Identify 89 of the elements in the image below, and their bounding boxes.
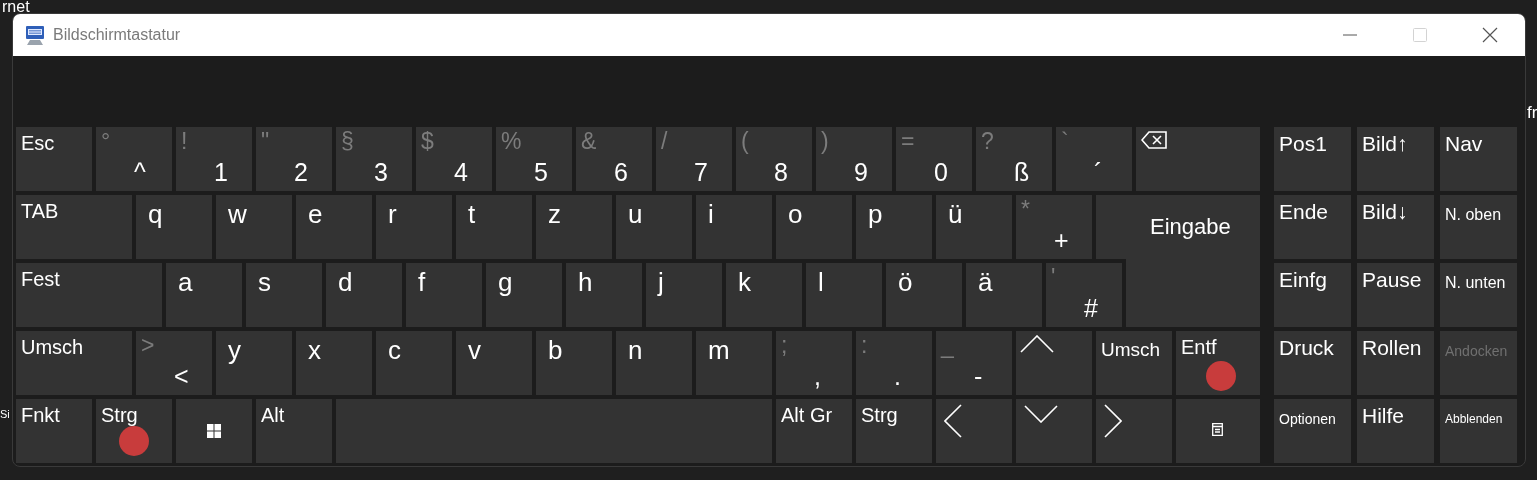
keyboard-key[interactable]: Fest [16,263,162,327]
keyboard-key[interactable]: : . [856,331,932,395]
keyboard-key[interactable]: Fnkt [16,399,92,463]
keyboard-key[interactable]: k [726,263,802,327]
keyboard-key[interactable]: Umsch [1096,331,1172,395]
keyboard-key[interactable]: Strg [96,399,172,463]
keyboard-key[interactable]: * + [1016,195,1092,259]
keyboard-key[interactable]: / 7 [656,127,732,191]
keyboard-key[interactable]: Alt [256,399,332,463]
keyboard-key[interactable]: N. unten [1440,263,1517,327]
background-text: rnet [2,0,30,14]
keyboard-key[interactable]: d [326,263,402,327]
keyboard-key[interactable]: ° ^ [96,127,172,191]
keyboard-key[interactable]: c [376,331,452,395]
keyboard-key[interactable] [176,399,252,463]
keyboard-key[interactable]: Abblenden [1440,399,1517,463]
keyboard-key[interactable]: ü [936,195,1012,259]
keyboard-key[interactable]: r [376,195,452,259]
close-icon [1482,27,1498,43]
keyboard-key[interactable]: z [536,195,612,259]
keyboard-key[interactable]: i [696,195,772,259]
windows-icon [207,424,221,438]
keyboard-key[interactable]: v [456,331,532,395]
keyboard-key[interactable]: x [296,331,372,395]
arrow-left-icon [944,404,962,438]
keyboard-key[interactable]: Alt Gr [776,399,852,463]
keyboard-key[interactable]: Rollen [1357,331,1434,395]
keyboard-key[interactable]: ä [966,263,1042,327]
keyboard-key[interactable]: ? ß [976,127,1052,191]
computer-icon [24,24,46,46]
keyboard-key[interactable]: f [406,263,482,327]
keyboard-key[interactable]: _ - [936,331,1012,395]
keyboard-key[interactable]: u [616,195,692,259]
keyboard-key[interactable]: = 0 [896,127,972,191]
keyboard-key[interactable]: ` ´ [1056,127,1132,191]
keyboard-key[interactable]: % 5 [496,127,572,191]
keyboard-key[interactable]: Ende [1274,195,1351,259]
keyboard-key[interactable]: " 2 [256,127,332,191]
background-text: fr [1527,103,1537,123]
keyboard-key[interactable]: ö [886,263,962,327]
keyboard-key[interactable]: Bild↓ [1357,195,1434,259]
keyboard-key[interactable]: ! 1 [176,127,252,191]
keyboard-key[interactable]: ( 8 [736,127,812,191]
keyboard-key[interactable]: q [136,195,212,259]
keyboard-key[interactable] [1136,127,1260,191]
background-text: Si [0,408,10,420]
menu-key-icon [1212,423,1223,436]
keyboard-key[interactable]: Pause [1357,263,1434,327]
keyboard-key[interactable]: ; , [776,331,852,395]
maximize-icon [1413,28,1427,42]
keyboard-key[interactable]: p [856,195,932,259]
keyboard-key[interactable]: e [296,195,372,259]
keyboard-key[interactable]: ' # [1046,263,1122,327]
keyboard-key[interactable]: b [536,331,612,395]
keyboard-key[interactable]: h [566,263,642,327]
keyboard-key[interactable]: Optionen [1274,399,1351,463]
keyboard-key[interactable]: s [246,263,322,327]
keyboard-key[interactable]: w [216,195,292,259]
backspace-icon [1141,131,1167,149]
keyboard-key[interactable]: Nav [1440,127,1517,191]
keyboard-key[interactable]: & 6 [576,127,652,191]
keyboard-key[interactable]: n [616,331,692,395]
keyboard-key[interactable]: ) 9 [816,127,892,191]
keyboard-key[interactable]: Entf [1176,331,1260,395]
arrow-right-icon [1104,404,1122,438]
keyboard-key[interactable]: $ 4 [416,127,492,191]
keyboard-key[interactable]: Einfg [1274,263,1351,327]
keyboard-key[interactable]: TAB [16,195,132,259]
keyboard-key[interactable]: a [166,263,242,327]
keyboard-key[interactable]: t [456,195,532,259]
keyboard-key[interactable]: Esc [16,127,92,191]
keyboard-key[interactable]: m [696,331,772,395]
keyboard-key[interactable]: > < [136,331,212,395]
keyboard-key[interactable]: o [776,195,852,259]
arrow-up-icon [1020,335,1054,353]
keyboard-key[interactable]: g [486,263,562,327]
keyboard-key[interactable]: l [806,263,882,327]
keyboard-key[interactable]: Hilfe [1357,399,1434,463]
keyboard-key[interactable]: Umsch [16,331,132,395]
window-title: Bildschirmtastatur [53,26,181,44]
keyboard-key[interactable]: Pos1 [1274,127,1351,191]
keyboard-key[interactable]: y [216,331,292,395]
keyboard-key[interactable]: Bild↑ [1357,127,1434,191]
arrow-down-icon [1024,405,1058,423]
keyboard-key[interactable]: Druck [1274,331,1351,395]
keyboard-key[interactable]: § 3 [336,127,412,191]
keyboard-key[interactable]: j [646,263,722,327]
keyboard-key[interactable]: N. oben [1440,195,1517,259]
keyboard-key[interactable]: Strg [856,399,932,463]
